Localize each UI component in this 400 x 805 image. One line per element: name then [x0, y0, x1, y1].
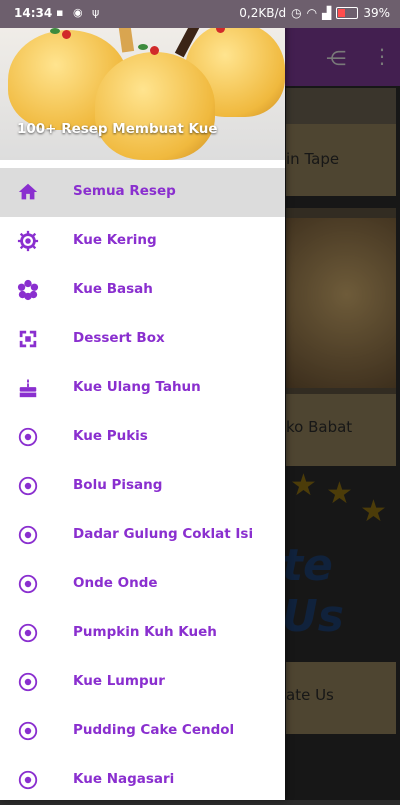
radio-icon: [18, 672, 38, 692]
drawer-item-kue-basah[interactable]: Kue Basah: [0, 266, 285, 315]
drawer-item-label: Semua Resep: [73, 183, 176, 199]
drawer-item-dessert-box[interactable]: Dessert Box: [0, 315, 285, 364]
status-time: 14:34: [14, 6, 53, 20]
wifi-icon: ◠: [306, 6, 318, 20]
radio-icon: [18, 427, 38, 447]
drawer-item-kue-ulang-tahun[interactable]: Kue Ulang Tahun: [0, 364, 285, 413]
home-icon: [18, 183, 38, 200]
gear-icon: [17, 230, 39, 252]
drawer-item-label: Onde Onde: [73, 575, 158, 591]
drawer-item-label: Kue Nagasari: [73, 771, 175, 787]
drawer-item-kue-pukis[interactable]: Kue Pukis: [0, 413, 285, 462]
radio-icon: [18, 721, 38, 741]
drawer-menu: Semua Resep Kue Kering Kue Basah Dessert…: [0, 168, 285, 805]
box-icon: [19, 330, 37, 348]
drawer-item-kue-nagasari[interactable]: Kue Nagasari: [0, 756, 285, 805]
battery-percent: 39%: [363, 6, 390, 20]
drawer-item-label: Bolu Pisang: [73, 477, 163, 493]
drawer-item-label: Kue Ulang Tahun: [73, 379, 201, 395]
status-bar: 14:34 ▪ ◉ ψ 0,2KB/d ◷ ◠ ▟ 39%: [0, 0, 400, 28]
drawer-item-label: Kue Pukis: [73, 428, 148, 444]
drawer-item-dadar-gulung-coklat-isi[interactable]: Dadar Gulung Coklat Isi: [0, 511, 285, 560]
drawer-item-kue-lumpur[interactable]: Kue Lumpur: [0, 658, 285, 707]
battery-icon: [336, 7, 359, 19]
radio-icon: [18, 574, 38, 594]
alarm-icon: ◷: [291, 6, 302, 20]
navigation-drawer: 100+ Resep Membuat Kue Semua Resep Kue K…: [0, 0, 285, 800]
drawer-item-pudding-cake-cendol[interactable]: Pudding Cake Cendol: [0, 707, 285, 756]
radio-icon: [18, 476, 38, 496]
radio-icon: [18, 525, 38, 545]
radio-icon: [18, 623, 38, 643]
drawer-item-label: Dadar Gulung Coklat Isi: [73, 526, 254, 542]
drawer-item-kue-kering[interactable]: Kue Kering: [0, 217, 285, 266]
drawer-item-label: Dessert Box: [73, 330, 165, 346]
drawer-header-title: 100+ Resep Membuat Kue: [17, 121, 218, 137]
drawer-item-label: Kue Basah: [73, 281, 153, 297]
drawer-item-semua-resep[interactable]: Semua Resep: [0, 168, 285, 217]
status-right: 0,2KB/d ◷ ◠ ▟ 39%: [239, 6, 390, 20]
cake-icon: [19, 378, 37, 398]
drawer-item-bolu-pisang[interactable]: Bolu Pisang: [0, 462, 285, 511]
signal-icon: ▟: [322, 6, 332, 20]
drawer-item-onde-onde[interactable]: Onde Onde: [0, 560, 285, 609]
radio-icon: [18, 770, 38, 790]
drawer-item-label: Kue Kering: [73, 232, 157, 248]
notification-icons: ▪ ◉ ψ: [56, 6, 103, 19]
drawer-item-label: Pumpkin Kuh Kueh: [73, 624, 217, 640]
drawer-item-pumpkin-kuh-kueh[interactable]: Pumpkin Kuh Kueh: [0, 609, 285, 658]
net-speed: 0,2KB/d: [239, 6, 287, 20]
flower-icon: [17, 279, 39, 301]
drawer-item-label: Pudding Cake Cendol: [73, 722, 235, 738]
drawer-item-label: Kue Lumpur: [73, 673, 165, 689]
